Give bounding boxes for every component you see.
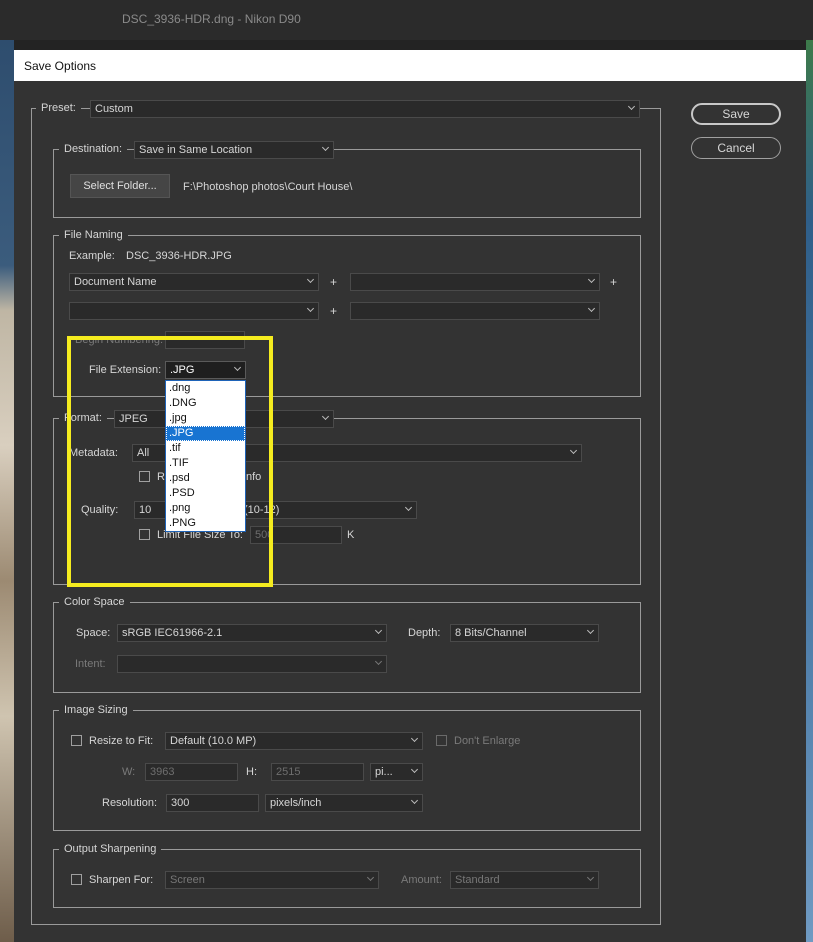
chevron-down-icon (412, 799, 418, 805)
output-sharpening-legend: Output Sharpening (59, 843, 162, 856)
depth-select[interactable]: 8 Bits/Channel (450, 624, 599, 642)
plus-sign: + (330, 275, 338, 289)
space-select[interactable]: sRGB IEC61966-2.1 (117, 624, 387, 642)
chevron-down-icon (308, 307, 314, 313)
intent-select[interactable] (117, 655, 387, 673)
limit-unit-label: K (347, 529, 355, 541)
chevron-down-icon (588, 876, 594, 882)
file-naming-legend: File Naming (59, 229, 128, 242)
plus-sign: + (330, 304, 338, 318)
chevron-down-icon (376, 629, 382, 635)
width-input[interactable]: 3963 (145, 763, 238, 781)
destination-value: Save in Same Location (139, 144, 253, 156)
width-label: W: (122, 766, 136, 778)
destination-select[interactable]: Save in Same Location (134, 141, 334, 159)
height-value: 2515 (276, 766, 301, 778)
highlight-box (67, 336, 273, 587)
resolution-label: Resolution: (102, 797, 158, 809)
chevron-down-icon (571, 449, 577, 455)
destination-path: F:\Photoshop photos\Court House\ (183, 181, 353, 193)
sharpen-for-checkbox[interactable] (71, 874, 82, 885)
app-title: DSC_3936-HDR.dng - Nikon D90 (122, 12, 301, 26)
chevron-down-icon (589, 307, 595, 313)
dont-enlarge-checkbox[interactable] (436, 735, 447, 746)
resize-to-fit-checkbox[interactable] (71, 735, 82, 746)
chevron-down-icon (368, 876, 374, 882)
dont-enlarge-label: Don't Enlarge (454, 735, 521, 747)
chevron-down-icon (406, 506, 412, 512)
resolution-value: 300 (171, 797, 190, 809)
sharpen-for-label: Sharpen For: (89, 874, 154, 886)
amount-label: Amount: (401, 874, 442, 886)
width-value: 3963 (150, 766, 175, 778)
space-label: Space: (76, 627, 111, 639)
example-label: Example: (69, 250, 115, 262)
height-label: H: (246, 766, 257, 778)
dialog-title: Save Options (24, 59, 97, 73)
depth-label: Depth: (408, 627, 441, 639)
naming-field-3[interactable] (69, 302, 319, 320)
naming-field-2[interactable] (350, 273, 600, 291)
resize-to-fit-value: Default (10.0 MP) (170, 735, 257, 747)
height-input[interactable]: 2515 (271, 763, 364, 781)
preset-select[interactable]: Custom (90, 100, 640, 118)
chevron-down-icon (323, 146, 329, 152)
chevron-down-icon (589, 278, 595, 284)
preset-value: Custom (95, 103, 133, 115)
app-titlebar: DSC_3936-HDR.dng - Nikon D90 (0, 0, 813, 40)
plus-sign: + (610, 275, 618, 289)
naming-field-1[interactable]: Document Name (69, 273, 319, 291)
image-sizing-legend: Image Sizing (59, 704, 133, 717)
resolution-unit-select[interactable]: pixels/inch (265, 794, 423, 812)
intent-label: Intent: (75, 658, 106, 670)
chevron-down-icon (376, 660, 382, 666)
chevron-down-icon (323, 415, 329, 421)
resolution-unit-value: pixels/inch (270, 797, 322, 809)
chevron-down-icon (308, 278, 314, 284)
save-button[interactable]: Save (691, 103, 781, 125)
size-unit-select[interactable]: pi... (370, 763, 423, 781)
naming-field-4[interactable] (350, 302, 600, 320)
preset-label: Preset: (36, 102, 81, 115)
depth-value: 8 Bits/Channel (455, 627, 527, 639)
color-space-group (53, 602, 641, 693)
background-photo-right (806, 40, 813, 942)
resize-to-fit-select[interactable]: Default (10.0 MP) (165, 732, 423, 750)
destination-label: Destination: (59, 143, 128, 156)
size-unit-value: pi... (375, 766, 393, 778)
dialog-titlebar: Save Options (14, 50, 806, 81)
chevron-down-icon (588, 629, 594, 635)
example-value: DSC_3936-HDR.JPG (126, 250, 232, 262)
chevron-down-icon (629, 105, 635, 111)
amount-select[interactable]: Standard (450, 871, 599, 889)
sharpen-for-select[interactable]: Screen (165, 871, 379, 889)
chevron-down-icon (412, 737, 418, 743)
chevron-down-icon (412, 768, 418, 774)
select-folder-button[interactable]: Select Folder... (70, 174, 170, 198)
color-space-legend: Color Space (59, 596, 130, 609)
resize-to-fit-label: Resize to Fit: (89, 735, 154, 747)
cancel-button[interactable]: Cancel (691, 137, 781, 159)
sharpen-for-value: Screen (170, 874, 205, 886)
background-photo-left (0, 40, 14, 942)
resolution-input[interactable]: 300 (166, 794, 259, 812)
space-value: sRGB IEC61966-2.1 (122, 627, 223, 639)
naming-field-1-value: Document Name (74, 276, 157, 288)
amount-value: Standard (455, 874, 500, 886)
